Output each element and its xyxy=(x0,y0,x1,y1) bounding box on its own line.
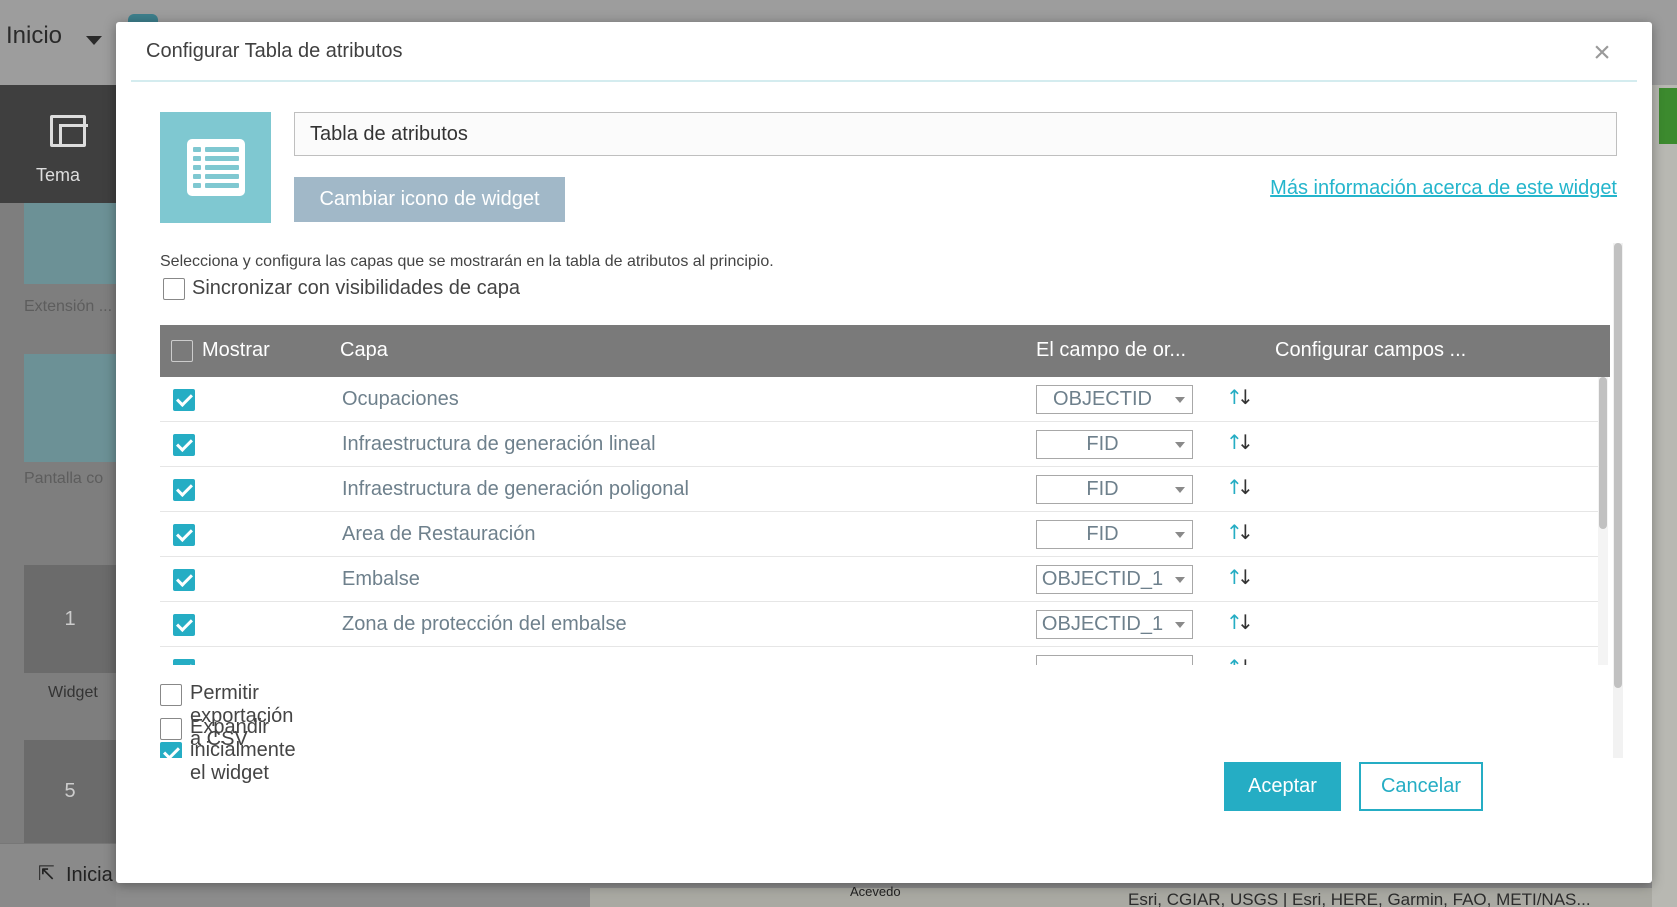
title-divider xyxy=(131,80,1637,82)
order-field-select[interactable]: OBJECTID_1 xyxy=(1036,565,1193,594)
layer-name: Ocupaciones xyxy=(342,388,459,410)
table-row-partial: ↑↓ xyxy=(160,647,1600,665)
row-show-checkbox[interactable] xyxy=(173,569,195,591)
extent-widget-tile[interactable] xyxy=(24,203,116,284)
table-row: Infraestructura de generación lineal FID… xyxy=(160,422,1600,467)
clipped-option xyxy=(160,742,1610,758)
clipped-option-checkbox[interactable] xyxy=(160,742,182,758)
dialog-scrollbar[interactable] xyxy=(1613,243,1623,758)
sidebar-tab-theme-label: Tema xyxy=(35,165,80,185)
table-row: Infraestructura de generación poligonal … xyxy=(160,467,1600,512)
more-info-link[interactable]: Más información acerca de este widget xyxy=(1270,177,1617,200)
home-menu-label[interactable]: Inicio xyxy=(6,22,62,50)
chevron-down-icon[interactable] xyxy=(86,36,102,45)
chevron-down-icon xyxy=(1175,487,1185,493)
order-field-value: FID xyxy=(1086,478,1119,500)
widget-icon-preview xyxy=(160,112,271,223)
extent-widget-label: Extensión ... xyxy=(24,298,113,315)
sort-order-icon[interactable]: ↑↓ xyxy=(1224,476,1254,500)
header-configure-fields: Configurar campos ... xyxy=(1275,339,1467,361)
dialog-scrollbar-thumb[interactable] xyxy=(1614,243,1622,688)
fullscreen-widget-label: Pantalla co xyxy=(24,470,104,487)
widget-slot-1[interactable]: 1 xyxy=(24,565,116,673)
sidebar-bottom-bar: ⇱ Inicia xyxy=(0,843,116,907)
chevron-down-icon xyxy=(1175,532,1185,538)
table-scrollbar-thumb[interactable] xyxy=(1599,377,1607,529)
chevron-down-icon xyxy=(1175,397,1185,403)
cancel-button[interactable]: Cancelar xyxy=(1359,762,1483,811)
table-body: Ocupaciones OBJECTID ↑ ↓ Infraestructura … xyxy=(160,377,1610,665)
table-scrollbar[interactable] xyxy=(1598,377,1608,665)
map-edge xyxy=(1652,85,1677,907)
header-show: Mostrar xyxy=(202,339,270,361)
table-row: Embalse OBJECTID_1 ↑ ↓ xyxy=(160,557,1600,602)
widget-slot-5[interactable]: 5 xyxy=(24,740,116,843)
sidebar-tab-theme[interactable]: Tema xyxy=(0,85,116,203)
accept-button[interactable]: Aceptar xyxy=(1224,762,1341,811)
sort-order-icon[interactable]: ↑↓ xyxy=(1224,656,1254,665)
order-field-select[interactable]: OBJECTID xyxy=(1036,385,1193,414)
header-layer: Capa xyxy=(340,339,388,361)
order-field-value: OBJECTID_1 xyxy=(1041,613,1164,635)
chevron-down-icon xyxy=(1175,442,1185,448)
table-header: Mostrar Capa El campo de or... Configura… xyxy=(160,325,1610,377)
export-csv-checkbox[interactable] xyxy=(160,684,182,706)
layer-name: Embalse xyxy=(342,568,420,590)
order-field-value: FID xyxy=(1086,433,1119,455)
order-field-select[interactable] xyxy=(1036,655,1193,665)
sort-order-icon[interactable]: ↑↓ xyxy=(1224,566,1254,590)
table-icon xyxy=(187,139,245,196)
row-show-checkbox[interactable] xyxy=(173,434,195,456)
row-show-checkbox[interactable] xyxy=(173,389,195,411)
row-show-checkbox[interactable] xyxy=(173,614,195,636)
layers-description: Selecciona y configura las capas que se … xyxy=(160,253,774,270)
launch-label[interactable]: Inicia xyxy=(66,864,113,887)
sync-visibility-label[interactable]: Sincronizar con visibilidades de capa xyxy=(192,277,520,300)
map-attribution: Esri, CGIAR, USGS | Esri, HERE, Garmin, … xyxy=(1128,890,1591,907)
layer-name: Infraestructura de generación lineal xyxy=(342,433,656,455)
order-field-value: OBJECTID_1 xyxy=(1041,568,1164,590)
order-field-select[interactable]: OBJECTID_1 xyxy=(1036,610,1193,639)
change-widget-icon-button[interactable]: Cambiar icono de widget xyxy=(294,177,565,222)
chevron-down-icon xyxy=(1175,622,1185,628)
sync-visibility-checkbox[interactable] xyxy=(163,278,185,300)
table-row: Area de Restauración FID ↑ ↓ xyxy=(160,512,1600,557)
close-icon[interactable]: × xyxy=(1587,38,1617,68)
table-row: Ocupaciones OBJECTID ↑ ↓ xyxy=(160,377,1600,422)
expand-initially-checkbox[interactable] xyxy=(160,718,182,740)
sort-order-icon[interactable]: ↑↓ xyxy=(1224,611,1254,635)
widget-slot-label: Widget xyxy=(48,684,98,701)
sort-order-icon[interactable]: ↑↓ xyxy=(1224,521,1254,545)
fullscreen-widget-tile[interactable] xyxy=(24,354,116,462)
map-place-label: Acevedo xyxy=(850,884,901,899)
widget-name-input[interactable] xyxy=(294,112,1617,156)
layer-name: Zona de protección del embalse xyxy=(342,613,627,635)
launch-icon[interactable]: ⇱ xyxy=(38,861,55,886)
order-field-select[interactable]: FID xyxy=(1036,475,1193,504)
map-tool-button[interactable] xyxy=(1659,88,1677,144)
order-field-value: OBJECTID xyxy=(1053,388,1152,410)
layers-table: Mostrar Capa El campo de or... Configura… xyxy=(160,325,1610,665)
row-show-checkbox[interactable] xyxy=(173,524,195,546)
table-row: Zona de protección del embalse OBJECTID_… xyxy=(160,602,1600,647)
row-show-checkbox[interactable] xyxy=(173,659,195,665)
theme-icon xyxy=(50,115,88,147)
layer-name: Area de Restauración xyxy=(342,523,536,545)
sort-order-icon[interactable]: ↑↓ xyxy=(1224,431,1254,455)
row-show-checkbox[interactable] xyxy=(173,479,195,501)
configure-attribute-table-dialog: Configurar Tabla de atributos × Cambiar … xyxy=(116,22,1652,883)
order-field-select[interactable]: FID xyxy=(1036,430,1193,459)
order-field-value: FID xyxy=(1086,523,1119,545)
order-field-select[interactable]: FID xyxy=(1036,520,1193,549)
select-all-checkbox[interactable] xyxy=(171,340,193,362)
sort-order-icon[interactable]: ↑↓ xyxy=(1224,386,1254,410)
layer-name: Infraestructura de generación poligonal xyxy=(342,478,689,500)
dialog-title: Configurar Tabla de atributos xyxy=(146,40,403,62)
chevron-down-icon xyxy=(1175,577,1185,583)
header-order-field: El campo de or... xyxy=(1036,339,1187,361)
